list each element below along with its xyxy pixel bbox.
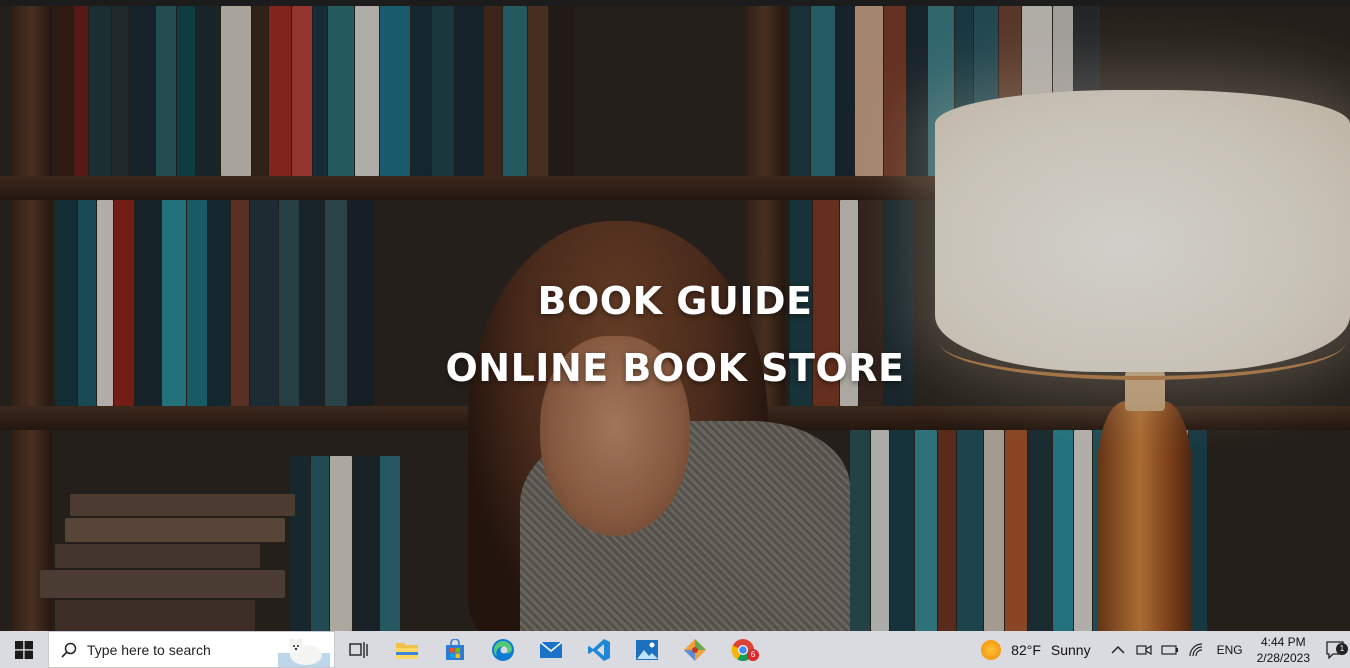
search-placeholder: Type here to search	[87, 641, 211, 658]
chrome-button[interactable]: 6	[719, 631, 767, 668]
task-view-icon	[349, 641, 368, 658]
git-client-button[interactable]	[671, 631, 719, 668]
hero-title: BOOK GUIDE	[537, 279, 813, 323]
taskbar-search-box[interactable]: Type here to search	[48, 631, 335, 668]
chrome-notification-badge: 6	[747, 649, 759, 661]
sunny-weather-icon	[981, 639, 1002, 660]
battery-button[interactable]	[1158, 644, 1182, 656]
search-highlight-polar-bear-icon	[278, 638, 330, 667]
network-button[interactable]	[1184, 642, 1208, 657]
show-hidden-icons-button[interactable]	[1106, 645, 1130, 655]
mail-icon	[539, 640, 563, 658]
notification-center-button[interactable]: 1	[1320, 640, 1350, 659]
weather-widget[interactable]: 82°F Sunny	[981, 639, 1091, 660]
microsoft-store-icon	[446, 638, 464, 660]
system-tray: 82°F Sunny ENG 4:44 PM 2/28/2023 1	[981, 631, 1350, 668]
wifi-icon	[1188, 642, 1202, 656]
battery-icon	[1160, 644, 1178, 655]
windows-logo-icon	[15, 640, 33, 659]
task-view-button[interactable]	[335, 631, 383, 668]
mail-button[interactable]	[527, 631, 575, 668]
microsoft-store-button[interactable]	[431, 631, 479, 668]
weather-condition: Sunny	[1050, 641, 1091, 658]
video-camera-icon	[1135, 644, 1152, 655]
input-language[interactable]: ENG	[1217, 643, 1243, 657]
photos-button[interactable]	[623, 631, 671, 668]
clock-date: 2/28/2023	[1256, 650, 1310, 665]
chevron-up-icon	[1111, 645, 1125, 654]
meet-now-button[interactable]	[1132, 643, 1156, 657]
notification-count-badge: 1	[1336, 642, 1348, 655]
start-button[interactable]	[0, 631, 48, 668]
weather-temperature: 82°F	[1011, 641, 1041, 658]
file-explorer-button[interactable]	[383, 631, 431, 668]
photos-icon	[636, 639, 658, 660]
vscode-icon	[588, 638, 610, 661]
search-icon	[61, 642, 77, 658]
clock-time: 4:44 PM	[1260, 634, 1306, 649]
hero-subtitle: ONLINE BOOK STORE	[445, 346, 905, 390]
git-icon	[684, 638, 706, 661]
edge-icon	[492, 638, 514, 661]
taskbar: Type here to search 6 82°F Sunny ENG 4:4…	[0, 631, 1350, 668]
hero-banner: BOOK GUIDE ONLINE BOOK STORE	[0, 6, 1350, 631]
vscode-button[interactable]	[575, 631, 623, 668]
edge-button[interactable]	[479, 631, 527, 668]
file-explorer-icon	[396, 642, 418, 659]
taskbar-clock[interactable]: 4:44 PM 2/28/2023	[1257, 634, 1310, 666]
